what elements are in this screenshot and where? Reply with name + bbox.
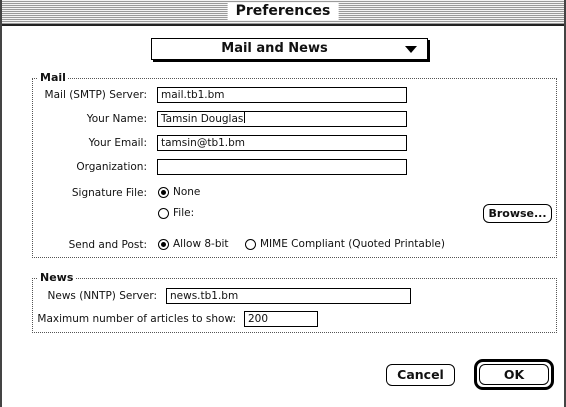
signature-none-label: None <box>173 186 201 198</box>
allow-8bit-label: Allow 8-bit <box>173 238 229 250</box>
your-name-field[interactable]: Tamsin Douglas <box>157 111 407 127</box>
mail-group-title: Mail <box>38 71 68 84</box>
allow-8bit-radio[interactable]: Allow 8-bit <box>158 238 229 250</box>
browse-button[interactable]: Browse... <box>483 204 552 223</box>
signature-file-option-label: File: <box>173 207 195 219</box>
smtp-server-field[interactable]: mail.tb1.bm <box>157 87 407 103</box>
max-articles-field[interactable]: 200 <box>244 311 318 327</box>
category-popup-label: Mail and News <box>221 41 328 56</box>
organization-label: Organization: <box>76 161 147 173</box>
signature-file-radio[interactable]: File: <box>158 207 194 219</box>
radio-selected-icon <box>158 186 169 198</box>
title-bar[interactable]: Preferences <box>2 0 564 26</box>
nntp-server-label: News (NNTP) Server: <box>47 290 157 302</box>
radio-unselected-icon <box>158 207 169 219</box>
signature-file-label: Signature File: <box>71 187 147 199</box>
send-and-post-label: Send and Post: <box>68 239 147 251</box>
chevron-down-icon <box>405 46 417 53</box>
category-popup-menu[interactable]: Mail and News <box>151 38 428 60</box>
news-group-title: News <box>38 271 76 284</box>
ok-button[interactable]: OK <box>479 364 549 385</box>
radio-unselected-icon <box>245 238 256 250</box>
your-name-label: Your Name: <box>86 113 147 125</box>
text-cursor <box>244 112 246 123</box>
organization-field[interactable] <box>157 159 407 175</box>
mime-compliant-radio[interactable]: MIME Compliant (Quoted Printable) <box>245 238 445 250</box>
mime-compliant-label: MIME Compliant (Quoted Printable) <box>260 238 445 250</box>
your-name-value: Tamsin Douglas <box>161 113 244 125</box>
your-email-field[interactable]: tamsin@tb1.bm <box>157 135 407 151</box>
cancel-button[interactable]: Cancel <box>386 364 455 386</box>
signature-none-radio[interactable]: None <box>158 186 200 198</box>
nntp-server-field[interactable]: news.tb1.bm <box>166 288 411 304</box>
preferences-window: Preferences Mail and News Mail Mail (SMT… <box>0 0 566 407</box>
window-title: Preferences <box>227 3 339 20</box>
max-articles-label: Maximum number of articles to show: <box>37 313 236 325</box>
your-email-label: Your Email: <box>88 137 147 149</box>
smtp-server-label: Mail (SMTP) Server: <box>44 89 147 101</box>
radio-selected-icon <box>158 238 169 250</box>
